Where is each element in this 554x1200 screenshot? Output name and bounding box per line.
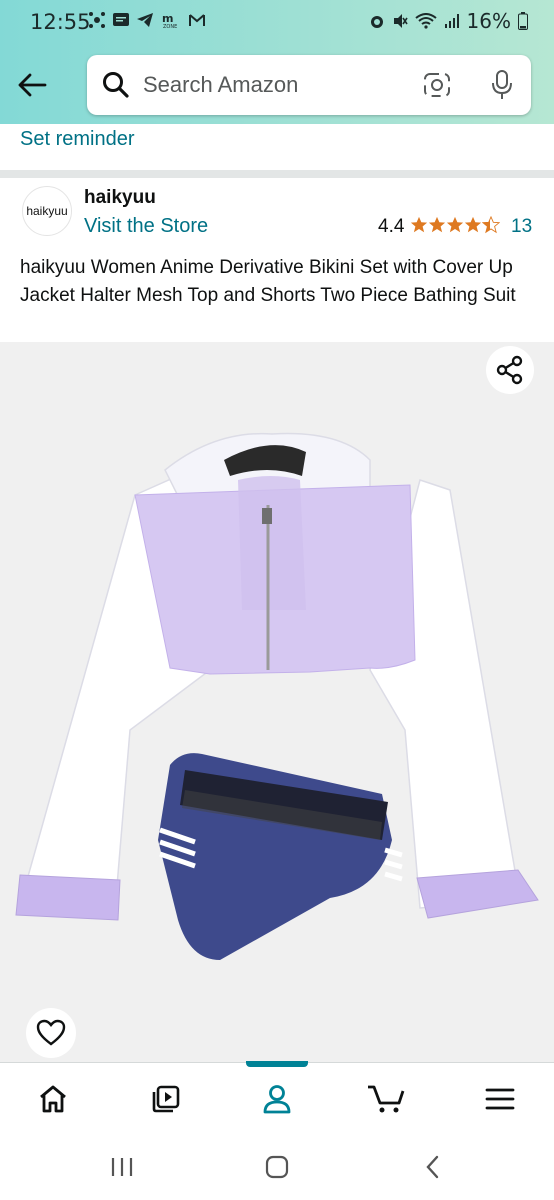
app-header: 12:55 m ZONE 16% Search Amazon <box>0 0 554 124</box>
battery-percent: 16% <box>466 9 511 33</box>
home-system-button[interactable] <box>262 1152 292 1182</box>
star-icon <box>410 216 428 233</box>
store-info: haikyuu haikyuu Visit the Store 4.4 13 <box>0 178 554 248</box>
recent-apps-icon <box>111 1158 133 1176</box>
system-navigation-bar <box>0 1132 554 1200</box>
home-circle-icon <box>265 1155 289 1179</box>
share-button[interactable] <box>486 346 534 394</box>
active-tab-indicator <box>246 1061 308 1067</box>
microphone-icon[interactable] <box>489 69 515 101</box>
product-image[interactable] <box>10 430 544 990</box>
message-icon <box>113 13 129 26</box>
nav-inspire[interactable] <box>146 1079 186 1119</box>
product-title: haikyuu Women Anime Derivative Bikini Se… <box>20 257 516 306</box>
telegram-icon <box>137 13 153 27</box>
bottom-navigation <box>0 1061 554 1132</box>
search-icon <box>103 72 129 98</box>
status-bar: 12:55 m ZONE 16% <box>0 0 554 46</box>
system-status-icons: 16% <box>369 9 528 33</box>
search-bar[interactable]: Search Amazon <box>87 55 531 115</box>
star-half-icon <box>482 216 500 234</box>
search-input[interactable]: Search Amazon <box>143 72 298 98</box>
star-icon <box>428 216 446 233</box>
menu-icon <box>485 1088 515 1110</box>
inspire-icon <box>152 1085 180 1113</box>
network-share-icon <box>89 12 105 28</box>
back-system-button[interactable] <box>418 1152 448 1182</box>
section-divider <box>0 170 554 178</box>
home-icon <box>40 1085 66 1113</box>
battery-icon <box>518 12 528 30</box>
share-icon <box>496 355 523 385</box>
star-icon <box>464 216 482 233</box>
back-button[interactable] <box>14 68 50 102</box>
nav-account[interactable] <box>257 1079 297 1119</box>
status-time: 12:55 <box>30 10 91 34</box>
recent-apps-button[interactable] <box>107 1152 137 1182</box>
star-rating[interactable] <box>410 216 500 234</box>
nav-home[interactable] <box>33 1079 73 1119</box>
cart-icon <box>368 1085 405 1113</box>
mzone-icon: mZONE <box>162 12 177 29</box>
wifi-icon <box>414 13 437 29</box>
wishlist-button[interactable] <box>26 1008 76 1058</box>
alarm-icon <box>370 16 383 28</box>
account-icon <box>263 1085 291 1114</box>
store-logo[interactable]: haikyuu <box>22 186 72 236</box>
mute-icon <box>393 14 408 28</box>
nav-menu[interactable] <box>480 1079 520 1119</box>
camera-search-icon[interactable] <box>423 71 451 99</box>
back-chevron-icon <box>426 1155 439 1179</box>
star-icon <box>446 216 464 233</box>
rating-count[interactable]: 13 <box>511 216 532 238</box>
set-reminder-link[interactable]: Set reminder <box>20 128 135 151</box>
back-arrow-icon <box>18 73 47 97</box>
signal-icon <box>444 14 459 28</box>
heart-icon <box>36 1019 66 1046</box>
svg-text:ZONE: ZONE <box>163 24 177 29</box>
gmail-icon <box>189 14 205 26</box>
reminder-section: Set reminder <box>0 124 554 170</box>
visit-store-link[interactable]: Visit the Store <box>84 215 208 238</box>
nav-cart[interactable] <box>366 1079 406 1119</box>
notification-icons: m ZONE <box>88 11 206 29</box>
rating-value[interactable]: 4.4 <box>378 216 404 238</box>
store-name: haikyuu <box>84 187 156 208</box>
